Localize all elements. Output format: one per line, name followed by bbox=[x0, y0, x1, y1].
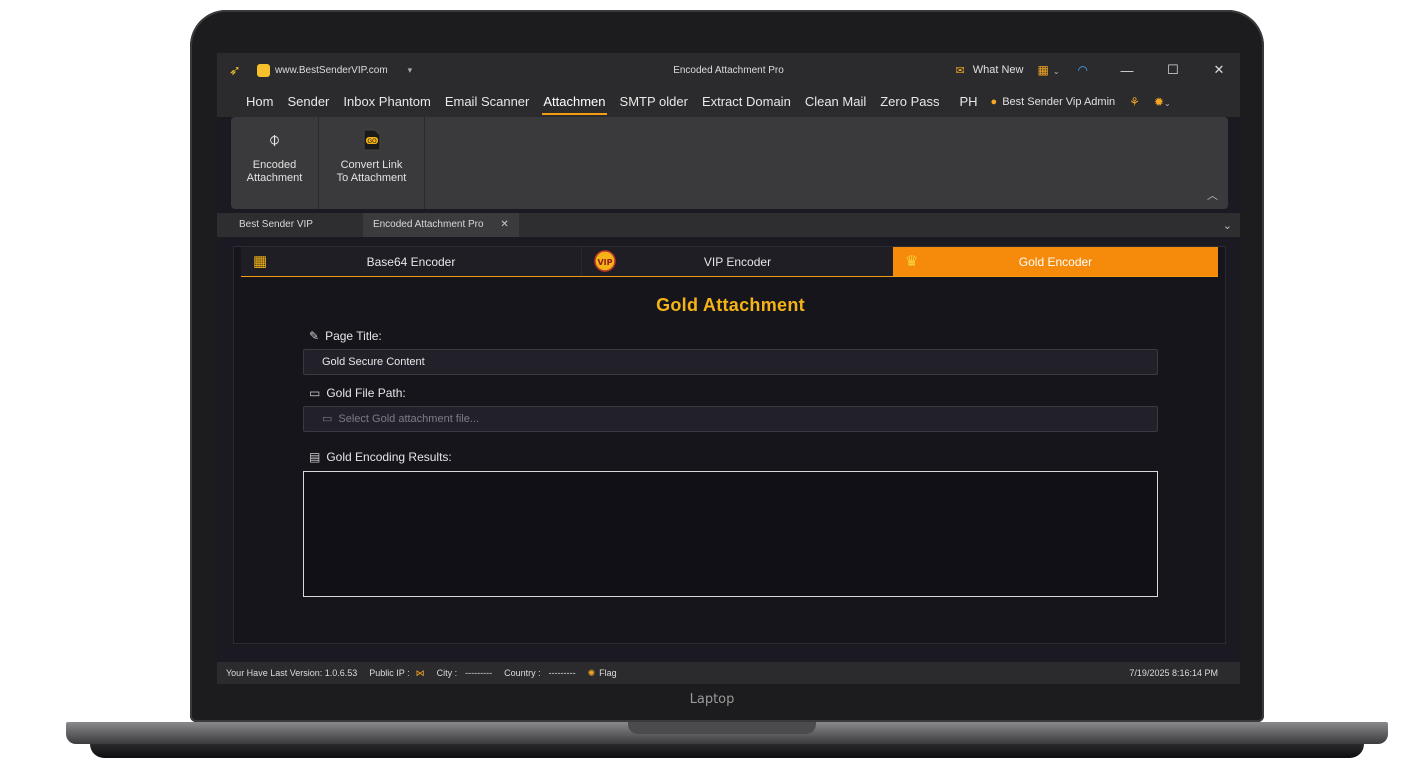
page-title-label-text: Page Title: bbox=[325, 329, 382, 343]
page-title-label: ✎ Page Title: bbox=[309, 329, 382, 343]
tab-gold-label: Gold Encoder bbox=[1018, 254, 1093, 269]
encoding-results-textarea[interactable] bbox=[303, 471, 1158, 597]
file-path-label-text: Gold File Path: bbox=[326, 386, 406, 400]
menu-item-inbox-phantom[interactable]: Inbox Phantom bbox=[336, 87, 437, 117]
menu-item-ph[interactable]: PH bbox=[952, 87, 984, 117]
encoded-attachment-button[interactable]: ⌽ Encoded Attachment bbox=[231, 117, 319, 209]
crown-icon: ♛ bbox=[905, 253, 919, 270]
svg-text:VIP: VIP bbox=[597, 258, 612, 267]
convert-link-button[interactable]: GO Convert Link To Attachment bbox=[319, 117, 425, 209]
app-window: ➶ www.BestSenderVIP.com ▾ Encoded Attach… bbox=[217, 53, 1240, 684]
close-button[interactable]: ✕ bbox=[1198, 62, 1240, 78]
site-link[interactable]: www.BestSenderVIP.com bbox=[275, 65, 388, 76]
menu-item-attachment[interactable]: Attachmen bbox=[536, 87, 612, 117]
main-menu: Hom Sender Inbox Phantom Email Scanner A… bbox=[217, 87, 1240, 117]
menu-item-home[interactable]: Hom bbox=[239, 87, 280, 117]
wifi-icon: ◠ bbox=[1077, 63, 1088, 77]
whats-new-label: What New bbox=[972, 64, 1024, 76]
paper-plane-icon: ➶ bbox=[229, 62, 241, 78]
public-ip-label: Public IP : bbox=[369, 668, 410, 678]
apps-grid-icon[interactable]: ▦ ⌄ bbox=[1037, 63, 1059, 77]
page-title-input[interactable]: Gold Secure Content bbox=[303, 349, 1158, 375]
ribbon-panel: ⌽ Encoded Attachment GO Convert Link To … bbox=[231, 117, 1228, 209]
page-title: Gold Attachment bbox=[656, 295, 805, 315]
city-label: City : bbox=[436, 668, 458, 678]
folder-icon: ▭ bbox=[322, 413, 333, 425]
flag-label: Flag bbox=[599, 668, 617, 678]
menu-item-clean-mail[interactable]: Clean Mail bbox=[798, 87, 873, 117]
menu-item-zero-pass[interactable]: Zero Pass bbox=[873, 87, 946, 117]
title-bar: ➶ www.BestSenderVIP.com ▾ Encoded Attach… bbox=[217, 53, 1240, 87]
encoded-attachment-label-1: Encoded bbox=[252, 159, 297, 171]
ip-icon: ⋈ bbox=[415, 667, 425, 678]
whats-new-button[interactable]: ✉ What New bbox=[952, 64, 1024, 77]
site-icon bbox=[257, 63, 270, 77]
document-tabs: Best Sender VIP Encoded Attachment Pro ✕… bbox=[217, 213, 1240, 237]
encoder-panel: ▦ Base64 Encoder VIP VIP Encoder ♛ Gold … bbox=[233, 246, 1226, 644]
tab-best-sender-vip[interactable]: Best Sender VIP bbox=[229, 213, 323, 237]
country-value: --------- bbox=[548, 668, 576, 678]
convert-link-label-2: To Attachment bbox=[336, 172, 407, 184]
tab-base64-encoder[interactable]: ▦ Base64 Encoder bbox=[241, 247, 581, 276]
laptop-base-bottom bbox=[90, 744, 1364, 758]
folder-icon: ▭ bbox=[309, 386, 321, 400]
user-menu[interactable]: ● Best Sender Vip Admin bbox=[991, 96, 1116, 108]
tab-vip-label: VIP Encoder bbox=[703, 254, 772, 269]
menu-item-smtp-older[interactable]: SMTP older bbox=[613, 87, 695, 117]
encoded-attachment-label-2: Attachment bbox=[246, 172, 303, 184]
document-list-icon: ▤ bbox=[309, 450, 321, 464]
datetime: 7/19/2025 8:16:14 PM bbox=[1129, 668, 1218, 678]
tab-encoded-attachment-pro[interactable]: Encoded Attachment Pro ✕ bbox=[362, 213, 519, 237]
results-label-text: Gold Encoding Results: bbox=[326, 450, 452, 464]
menu-item-extract-domain[interactable]: Extract Domain bbox=[695, 87, 798, 117]
edit-icon: ✎ bbox=[309, 329, 320, 343]
tab-gold-encoder[interactable]: ♛ Gold Encoder bbox=[893, 247, 1218, 276]
user-name: Best Sender Vip Admin bbox=[1002, 96, 1116, 108]
status-bar: Your Have Last Version: 1.0.6.53 Public … bbox=[217, 662, 1240, 684]
country-label: Country : bbox=[504, 668, 541, 678]
close-tab-icon[interactable]: ✕ bbox=[500, 219, 508, 230]
flag-icon: ✺ bbox=[587, 667, 596, 678]
tab-base64-label: Base64 Encoder bbox=[366, 254, 456, 269]
user-icon: ● bbox=[990, 96, 998, 108]
file-path-label: ▭ Gold File Path: bbox=[309, 386, 406, 400]
convert-link-label-1: Convert Link bbox=[340, 159, 403, 171]
laptop-label: Laptop bbox=[689, 692, 735, 707]
results-label: ▤ Gold Encoding Results: bbox=[309, 450, 452, 464]
link-file-icon: GO bbox=[319, 129, 424, 151]
megaphone-icon: ✉ bbox=[955, 64, 965, 77]
menu-item-sender[interactable]: Sender bbox=[280, 87, 336, 117]
paperclip-icon: ⌽ bbox=[268, 129, 281, 151]
gear-icon[interactable]: ✹⌄ bbox=[1154, 95, 1171, 109]
city-value: --------- bbox=[465, 668, 493, 678]
chevron-up-icon[interactable]: ︿ bbox=[1207, 187, 1218, 203]
encoder-tabs: ▦ Base64 Encoder VIP VIP Encoder ♛ Gold … bbox=[241, 247, 1218, 277]
support-icon[interactable]: ⚘ bbox=[1129, 95, 1140, 109]
maximize-button[interactable]: ☐ bbox=[1152, 62, 1194, 78]
minimize-button[interactable]: — bbox=[1106, 63, 1148, 78]
tab-encoded-attachment-pro-label: Encoded Attachment Pro bbox=[372, 219, 484, 230]
chevron-down-icon[interactable]: ⌄ bbox=[1223, 219, 1232, 232]
svg-text:GO: GO bbox=[367, 138, 377, 145]
laptop-notch bbox=[628, 722, 816, 734]
tab-vip-encoder[interactable]: VIP VIP Encoder bbox=[581, 247, 893, 276]
file-path-placeholder: Select Gold attachment file... bbox=[338, 413, 480, 425]
file-path-input[interactable]: ▭ Select Gold attachment file... bbox=[303, 406, 1158, 432]
vip-badge-icon: VIP bbox=[592, 250, 618, 276]
menu-item-email-scanner[interactable]: Email Scanner bbox=[438, 87, 537, 117]
chevron-down-icon[interactable]: ▾ bbox=[408, 65, 413, 76]
version-text: Your Have Last Version: 1.0.6.53 bbox=[226, 668, 358, 678]
base64-lock-icon: ▦ bbox=[253, 253, 268, 270]
